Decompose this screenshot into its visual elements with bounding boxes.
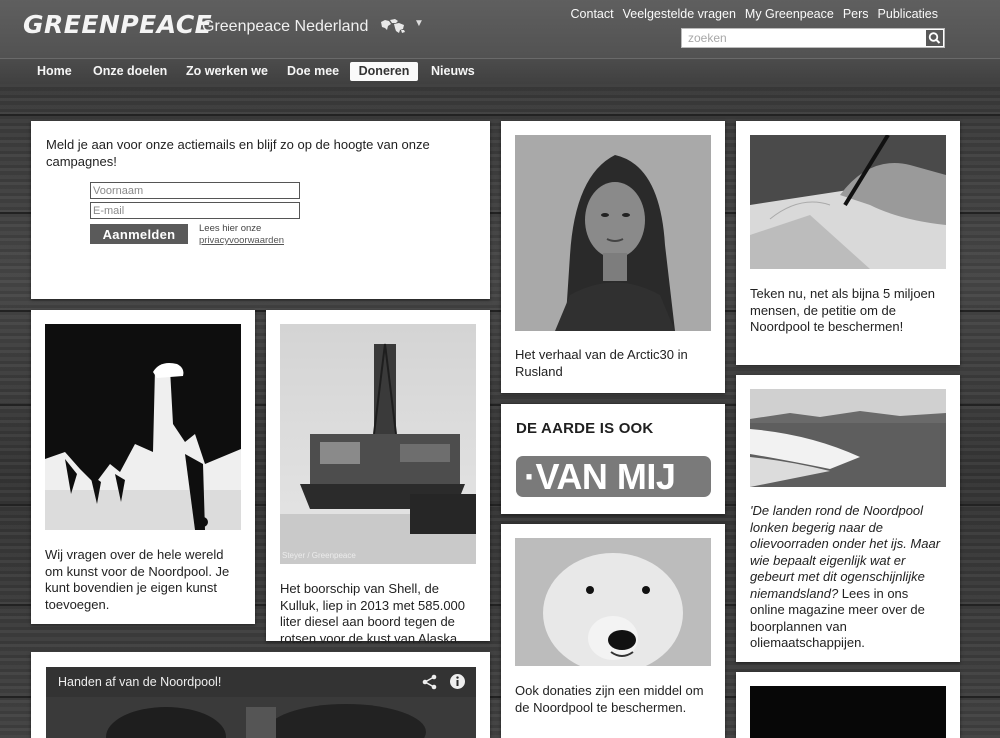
art-photo[interactable] [45, 324, 241, 530]
top-links: Contact Veelgestelde vragen My Greenpeac… [571, 7, 938, 21]
nav-zo-werken-we[interactable]: Zo werken we [178, 62, 276, 81]
video-title-bar[interactable]: Handen af van de Noordpool! [46, 667, 476, 697]
magazine-photo[interactable] [750, 389, 946, 487]
polar-bear-face-image [515, 538, 711, 666]
drilling-ship-image: Steyer / Greenpeace [280, 324, 476, 564]
donations-photo[interactable] [515, 538, 711, 666]
info-icon[interactable] [449, 673, 466, 690]
link-my-greenpeace[interactable]: My Greenpeace [745, 7, 834, 21]
video-card[interactable]: Handen af van de Noordpool! [31, 652, 490, 738]
arctic-ice-image [750, 389, 946, 487]
polar-bear-art-image [45, 324, 241, 530]
van-mij-heading: DE AARDE IS OOK [516, 420, 654, 437]
top-header: GREENPEACE Greenpeace Nederland ▼ Contac… [0, 0, 1000, 58]
link-press[interactable]: Pers [843, 7, 869, 21]
nav-nieuws[interactable]: Nieuws [423, 62, 483, 81]
privacy-prefix: Lees hier onze [199, 223, 262, 234]
art-card[interactable]: Wij vragen over de hele wereld om kunst … [31, 310, 255, 624]
link-publications[interactable]: Publicaties [878, 7, 938, 21]
donations-caption[interactable]: Ook donaties zijn een middel om de Noord… [515, 683, 711, 716]
region-dropdown-icon[interactable]: ▼ [414, 18, 424, 29]
video-frame-image [46, 697, 476, 738]
art-caption[interactable]: Wij vragen over de hele wereld om kunst … [45, 547, 241, 613]
first-name-field[interactable] [90, 182, 300, 199]
privacy-note: Lees hier onze privacyvoorwaarden [199, 223, 284, 247]
kulluk-photo[interactable]: Steyer / Greenpeace [280, 324, 476, 564]
arctic30-caption[interactable]: Het verhaal van de Arctic30 in Rusland [515, 347, 711, 380]
search-input[interactable] [682, 29, 922, 47]
petition-card[interactable]: Teken nu, net als bijna 5 miljoen mensen… [736, 121, 960, 365]
magazine-card[interactable]: 'De landen rond de Noordpool lonken bege… [736, 375, 960, 662]
kulluk-card[interactable]: Steyer / Greenpeace Het boorschip van Sh… [266, 310, 490, 646]
magazine-caption[interactable]: 'De landen rond de Noordpool lonken bege… [750, 503, 946, 652]
donations-card[interactable]: Ook donaties zijn een middel om de Noord… [501, 524, 725, 738]
van-mij-card[interactable]: DE AARDE IS OOK ·VAN MIJ [501, 404, 725, 514]
link-faq[interactable]: Veelgestelde vragen [623, 7, 736, 21]
link-contact[interactable]: Contact [571, 7, 614, 21]
nav-onze-doelen[interactable]: Onze doelen [85, 62, 175, 81]
photo-credit: Steyer / Greenpeace [282, 551, 356, 560]
share-icon[interactable] [422, 674, 438, 690]
black-thumbnail[interactable] [750, 686, 946, 738]
privacy-link[interactable]: privacyvoorwaarden [199, 235, 284, 247]
nav-home[interactable]: Home [29, 62, 80, 81]
search-button[interactable] [926, 30, 943, 46]
main-nav: Home Onze doelen Zo werken we Doe mee Do… [0, 58, 1000, 84]
site-title[interactable]: Greenpeace Nederland [202, 18, 368, 36]
signing-hand-image [750, 135, 946, 269]
video-thumb-card[interactable] [736, 672, 960, 738]
van-mij-badge[interactable]: ·VAN MIJ [516, 456, 711, 497]
greenpeace-logo[interactable]: GREENPEACE [23, 10, 212, 39]
search-icon [928, 32, 941, 44]
email-field[interactable] [90, 202, 300, 219]
nav-doneren[interactable]: Doneren [350, 62, 418, 81]
kulluk-caption[interactable]: Het boorschip van Shell, de Kulluk, liep… [280, 581, 476, 647]
nav-doe-mee[interactable]: Doe mee [279, 62, 347, 81]
petition-photo[interactable] [750, 135, 946, 269]
search-box [681, 28, 945, 48]
arctic30-photo[interactable] [515, 135, 711, 331]
video-title[interactable]: Handen af van de Noordpool! [58, 675, 221, 689]
signup-button[interactable]: Aanmelden [90, 224, 188, 244]
arctic30-card[interactable]: Het verhaal van de Arctic30 in Rusland [501, 121, 725, 393]
petition-caption[interactable]: Teken nu, net als bijna 5 miljoen mensen… [750, 286, 946, 336]
world-map-icon[interactable] [378, 16, 408, 36]
video-player[interactable] [46, 697, 476, 738]
woman-portrait-image [515, 135, 711, 331]
signup-card: Meld je aan voor onze actiemails en blij… [31, 121, 490, 299]
signup-text: Meld je aan voor onze actiemails en blij… [46, 137, 430, 169]
